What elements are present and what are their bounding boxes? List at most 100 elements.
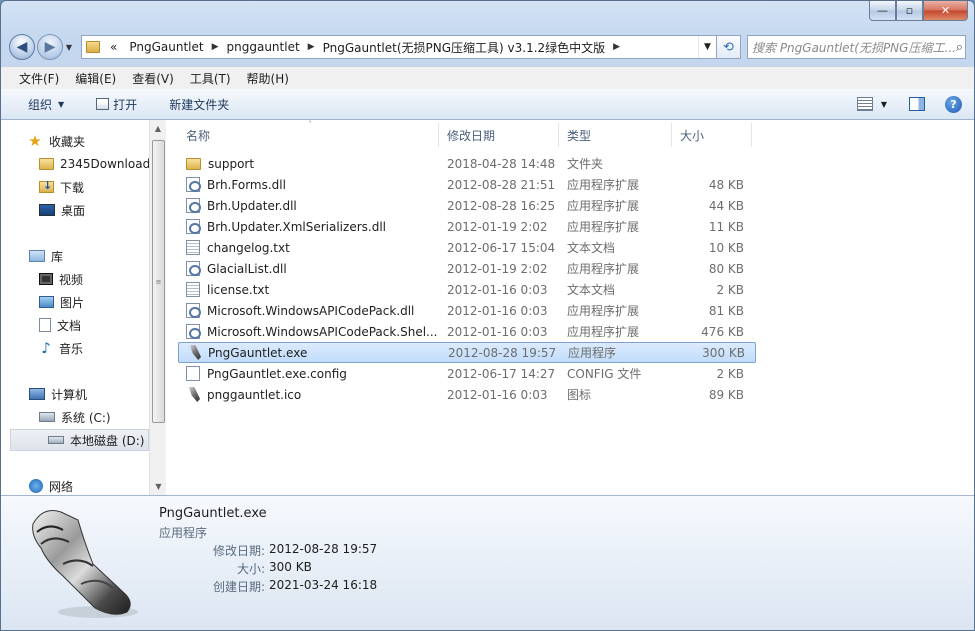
menu-help[interactable]: 帮助(H): [239, 70, 297, 87]
file-name-cell: Microsoft.WindowsAPICodePack.Shel...: [178, 324, 439, 339]
nav-network[interactable]: 网络: [1, 475, 149, 495]
file-row[interactable]: Microsoft.WindowsAPICodePack.dll 2012-01-…: [178, 300, 756, 321]
close-button[interactable]: ✕: [923, 1, 968, 21]
breadcrumb-separator-icon[interactable]: ▶: [306, 42, 317, 52]
new-folder-label: 新建文件夹: [169, 97, 230, 112]
nav-item-pictures[interactable]: 图片: [1, 291, 149, 313]
nav-libraries[interactable]: 库: [1, 245, 149, 267]
details-file-name: PngGauntlet.exe: [159, 506, 267, 521]
file-size: 44 KB: [708, 198, 744, 213]
breadcrumb-current-folder[interactable]: PngGauntlet(无损PNG压缩工具) v3.1.2绿色中文版: [317, 39, 612, 56]
organize-button[interactable]: 组织 ▼: [19, 96, 73, 113]
file-row[interactable]: pnggauntlet.ico 2012-01-16 0:03 图标 89 KB: [178, 384, 756, 405]
gauntlet-icon: [188, 387, 200, 402]
nav-item-music[interactable]: ♪ 音乐: [1, 337, 149, 359]
gauntlet-icon: [189, 345, 201, 360]
file-name-cell: PngGauntlet.exe: [179, 345, 440, 360]
library-icon: [29, 250, 45, 262]
scroll-thumb[interactable]: ≡: [152, 140, 165, 423]
file-type: 应用程序扩展: [567, 304, 640, 318]
help-icon[interactable]: ?: [945, 95, 962, 113]
file-date: 2012-08-28 19:57: [448, 345, 557, 360]
file-size: 11 KB: [708, 219, 744, 234]
file-name: Microsoft.WindowsAPICodePack.Shel...: [207, 324, 438, 339]
file-name: changelog.txt: [207, 240, 290, 255]
file-name-cell: support: [178, 157, 439, 171]
search-input[interactable]: 搜索 PngGauntlet(无损PNG压缩工... ⌕: [747, 35, 966, 59]
address-bar[interactable]: « PngGauntlet ▶ pnggauntlet ▶ PngGauntle…: [81, 35, 717, 59]
open-button[interactable]: 打开: [87, 96, 146, 113]
file-row[interactable]: GlacialList.dll 2012-01-19 2:02 应用程序扩展 80 K…: [178, 258, 756, 279]
details-file-type: 应用程序: [159, 526, 208, 540]
back-button[interactable]: ◀: [9, 34, 35, 60]
menu-bar: 文件(F) 编辑(E) 查看(V) 工具(T) 帮助(H): [1, 66, 974, 89]
file-row[interactable]: Microsoft.WindowsAPICodePack.Shel... 2012…: [178, 321, 756, 342]
menu-tools[interactable]: 工具(T): [182, 70, 239, 87]
file-row[interactable]: Brh.Updater.dll 2012-08-28 16:25 应用程序扩展 44 …: [178, 195, 756, 216]
column-header-date[interactable]: 修改日期: [439, 123, 559, 147]
minimize-icon: —: [877, 4, 888, 17]
file-name: support: [208, 156, 255, 171]
column-header-type[interactable]: 类型: [559, 123, 672, 147]
file-row[interactable]: license.txt 2012-01-16 0:03 文本文档 2 KB: [178, 279, 756, 300]
folder-icon: [39, 158, 54, 170]
maximize-button[interactable]: ▫: [896, 1, 923, 21]
breadcrumb-pnggauntlet[interactable]: PngGauntlet: [123, 40, 209, 54]
scroll-down-icon[interactable]: ▼: [150, 478, 167, 495]
file-row[interactable]: Brh.Forms.dll 2012-08-28 21:51 应用程序扩展 48 KB: [178, 174, 756, 195]
chevron-down-icon: ▼: [880, 99, 887, 109]
nav-favorites[interactable]: ★ 收藏夹: [1, 130, 149, 152]
maximize-icon: ▫: [905, 4, 914, 17]
file-row[interactable]: PngGauntlet.exe.config 2012-06-17 14:27 CO…: [178, 363, 756, 384]
forward-button[interactable]: ▶: [37, 34, 63, 60]
preview-pane-icon[interactable]: [909, 97, 925, 111]
address-dropdown-icon[interactable]: ▼: [698, 36, 716, 58]
nav-item-2345downloads[interactable]: 2345Downloads: [1, 153, 149, 175]
minimize-button[interactable]: —: [869, 1, 896, 21]
file-list: ˄ 名称 修改日期 类型 大小 support 2018-04-28 14:48 文…: [167, 120, 974, 495]
menu-view[interactable]: 查看(V): [124, 70, 182, 87]
column-date-label: 修改日期: [447, 128, 496, 143]
downloads-folder-icon: [39, 179, 54, 193]
change-view-button[interactable]: ▼: [856, 97, 887, 111]
search-icon[interactable]: ⌕: [956, 40, 963, 55]
nav-item-documents[interactable]: 文档: [1, 314, 149, 336]
breadcrumb-separator-icon[interactable]: ▶: [210, 42, 221, 52]
details-created-row: 创建日期: 2021-03-24 16:18: [159, 578, 419, 595]
file-row[interactable]: changelog.txt 2012-06-17 15:04 文本文档 10 KB: [178, 237, 756, 258]
column-header-name[interactable]: ˄ 名称: [178, 120, 439, 147]
dll-icon: [186, 303, 201, 318]
column-header-size[interactable]: 大小: [672, 123, 752, 147]
file-date: 2012-01-16 0:03: [447, 324, 548, 339]
network-icon: [29, 479, 43, 493]
address-row: ◀ ▶ ▼ « PngGauntlet ▶ pnggauntlet ▶ PngG…: [9, 32, 966, 62]
file-row[interactable]: support 2018-04-28 14:48 文件夹: [178, 153, 756, 174]
nav-computer[interactable]: 计算机: [1, 383, 149, 405]
file-row[interactable]: PngGauntlet.exe 2012-08-28 19:57 应用程序 300 K…: [178, 342, 756, 363]
command-bar: 组织 ▼ 打开 新建文件夹 ▼ ?: [1, 89, 974, 120]
menu-file[interactable]: 文件(F): [11, 70, 67, 87]
new-folder-button[interactable]: 新建文件夹: [160, 96, 238, 113]
nav-item-desktop[interactable]: 桌面: [1, 199, 149, 221]
details-view-icon: [856, 97, 873, 111]
menu-edit[interactable]: 编辑(E): [67, 70, 124, 87]
recent-pages-dropdown[interactable]: ▼: [63, 43, 75, 52]
nav-item-downloads[interactable]: 下载: [1, 176, 149, 198]
back-arrow-icon: ◀: [16, 39, 28, 55]
gauntlet-icon: [32, 510, 138, 618]
refresh-button[interactable]: ⟲: [717, 35, 741, 59]
nav-item-drive-d[interactable]: 本地磁盘 (D:): [10, 429, 149, 451]
nav-scrollbar[interactable]: ▲ ≡ ▼: [149, 120, 166, 495]
folder-icon: [86, 41, 100, 53]
breadcrumb-separator-icon[interactable]: ▶: [611, 42, 622, 52]
nav-item-videos[interactable]: 视频: [1, 268, 149, 290]
system-drive-icon: [39, 412, 55, 422]
scroll-up-icon[interactable]: ▲: [150, 120, 166, 137]
file-name-cell: Brh.Updater.XmlSerializers.dll: [178, 219, 439, 234]
file-name: Brh.Forms.dll: [207, 177, 286, 192]
breadcrumb-pnggauntlet-sub[interactable]: pnggauntlet: [221, 40, 306, 54]
breadcrumb-overflow[interactable]: «: [104, 40, 123, 54]
file-row[interactable]: Brh.Updater.XmlSerializers.dll 2012-01-19…: [178, 216, 756, 237]
music-icon: ♪: [41, 339, 51, 357]
nav-item-drive-c[interactable]: 系统 (C:): [1, 406, 149, 428]
